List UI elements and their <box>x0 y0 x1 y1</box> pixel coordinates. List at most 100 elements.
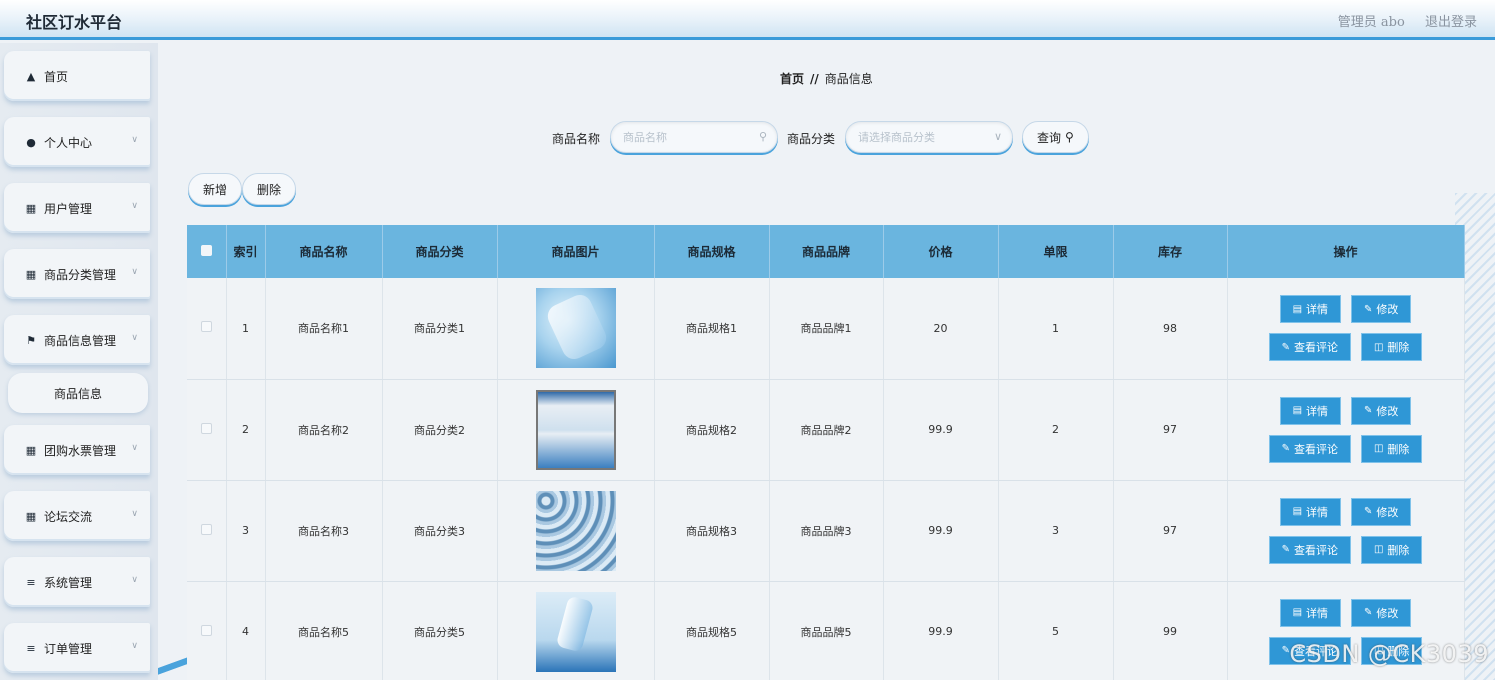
column-header: 索引 <box>226 225 266 278</box>
cell-spec: 商品规格5 <box>654 581 770 680</box>
cell-limit: 2 <box>998 379 1114 481</box>
row-checkbox[interactable] <box>200 422 212 434</box>
cell-brand: 商品品牌5 <box>769 581 884 680</box>
delete-button[interactable]: ◫ 删除 <box>1360 333 1423 362</box>
edit-label: 修改 <box>1376 303 1399 317</box>
watermark: CSDN @CK3039 <box>1289 640 1489 668</box>
row-checkbox[interactable] <box>200 321 212 333</box>
view-comments-label: 查看评论 <box>1293 341 1338 355</box>
user-area: 管理员 abo 退出登录 <box>1322 11 1477 30</box>
trash-icon: ◫ <box>1373 544 1384 555</box>
detail-button[interactable]: ▤ 详情 <box>1279 295 1342 324</box>
view-comments-button[interactable]: ✎ 查看评论 <box>1268 535 1351 564</box>
cell-price: 99.9 <box>883 480 999 582</box>
sidebar-item-label: 团购水票管理 <box>44 443 117 458</box>
edit-button[interactable]: ✎ 修改 <box>1351 396 1412 425</box>
column-header: 商品规格 <box>654 225 770 278</box>
chevron-down-icon: ∨ <box>131 575 138 585</box>
sidebar-item-orders[interactable]: ≡ 订单管理 ∨ <box>4 623 150 673</box>
category-select-input[interactable] <box>846 122 1012 152</box>
table-row: 1 商品名称1 商品分类1 商品规格1 商品品牌1 20 1 98 ▤ 详情 ✎ 修… <box>187 278 1465 380</box>
delete-button[interactable]: ◫ 删除 <box>1360 535 1423 564</box>
row-checkbox[interactable] <box>200 624 212 636</box>
search-icon: ⚲ <box>1065 130 1074 144</box>
detail-button[interactable]: ▤ 详情 <box>1279 396 1342 425</box>
pencil-icon: ✎ <box>1281 341 1290 353</box>
cell-price: 20 <box>883 278 999 380</box>
cell-name: 商品名称2 <box>265 379 383 481</box>
flag-icon: ⚑ <box>26 333 36 347</box>
cell-index: 2 <box>226 379 266 481</box>
edit-button[interactable]: ✎ 修改 <box>1351 598 1412 627</box>
cell-category: 商品分类3 <box>382 480 498 582</box>
cell-stock: 99 <box>1113 581 1228 680</box>
cell-spec: 商品规格2 <box>654 379 770 481</box>
delete-label: 删除 <box>1387 543 1410 557</box>
cell-category: 商品分类1 <box>382 278 498 380</box>
column-header: 价格 <box>883 225 999 278</box>
product-name-input[interactable] <box>611 122 777 152</box>
chevron-down-icon: ∨ <box>131 201 138 211</box>
cell-brand: 商品品牌3 <box>769 480 884 582</box>
sidebar-item-users[interactable]: ▦ 用户管理 ∨ <box>4 183 150 233</box>
cell-name: 商品名称1 <box>265 278 383 380</box>
edit-label: 修改 <box>1376 404 1399 418</box>
top-bar: 社区订水平台 管理员 abo 退出登录 <box>0 0 1495 40</box>
table-row: 2 商品名称2 商品分类2 商品规格2 商品品牌2 99.9 2 97 ▤ 详情 … <box>187 379 1465 481</box>
cell-spec: 商品规格1 <box>654 278 770 380</box>
add-button[interactable]: 新增 <box>188 173 243 205</box>
view-comments-button[interactable]: ✎ 查看评论 <box>1268 434 1351 463</box>
search-icon: ⚲ <box>758 130 767 143</box>
cell-category: 商品分类2 <box>382 379 498 481</box>
product-image <box>535 490 616 571</box>
cell-spec: 商品规格3 <box>654 480 770 582</box>
sidebar-item-product-info[interactable]: ⚑ 商品信息管理 ∨ <box>4 315 150 365</box>
row-actions: ▤ 详情 ✎ 修改 ✎ 查看评论 ◫ 删除 <box>1228 497 1464 564</box>
select-all-checkbox[interactable] <box>200 244 212 256</box>
edit-button[interactable]: ✎ 修改 <box>1351 497 1412 526</box>
sidebar-item-forum[interactable]: ▦ 论坛交流 ∨ <box>4 491 150 541</box>
view-comments-button[interactable]: ✎ 查看评论 <box>1268 333 1351 362</box>
select-all-cell[interactable] <box>187 225 227 278</box>
edit-label: 修改 <box>1376 606 1399 620</box>
breadcrumb-home[interactable]: 首页 <box>780 72 804 86</box>
cell-brand: 商品品牌1 <box>769 278 884 380</box>
edit-button[interactable]: ✎ 修改 <box>1351 295 1412 324</box>
sidebar-item-category[interactable]: ▦ 商品分类管理 ∨ <box>4 249 150 299</box>
grid-icon: ▦ <box>25 267 37 281</box>
cell-category: 商品分类5 <box>382 581 498 680</box>
detail-label: 详情 <box>1306 404 1329 418</box>
app-title: 社区订水平台 <box>26 13 123 32</box>
detail-label: 详情 <box>1306 505 1329 519</box>
row-checkbox[interactable] <box>200 523 212 535</box>
chevron-down-icon: ∨ <box>131 333 138 343</box>
cell-limit: 1 <box>998 278 1114 380</box>
table-header-row: 索引 商品名称 商品分类 商品图片 商品规格 商品品牌 价格 单限 库存 操作 <box>187 225 1465 278</box>
pencil-icon: ✎ <box>1364 303 1373 315</box>
edit-label: 修改 <box>1376 505 1399 519</box>
column-header: 操作 <box>1227 225 1465 278</box>
logout-link[interactable]: 退出登录 <box>1425 15 1477 30</box>
category-select[interactable]: ∨ <box>845 121 1013 153</box>
pencil-icon: ✎ <box>1281 443 1290 454</box>
chevron-down-icon: ∨ <box>131 443 138 453</box>
chevron-down-icon: ∨ <box>131 509 138 519</box>
category-label: 商品分类 <box>787 132 836 146</box>
home-icon: ▲ <box>26 69 36 83</box>
cell-stock: 98 <box>1113 278 1228 380</box>
cell-price: 99.9 <box>883 581 999 680</box>
delete-button[interactable]: ◫ 删除 <box>1360 434 1423 463</box>
query-button[interactable]: 查询 ⚲ <box>1022 121 1089 153</box>
sidebar-item-system[interactable]: ≡ 系统管理 ∨ <box>4 557 150 607</box>
product-image <box>535 591 616 672</box>
batch-delete-button[interactable]: 删除 <box>242 173 297 205</box>
user-label[interactable]: 管理员 abo <box>1338 15 1405 30</box>
sidebar-item-home[interactable]: ▲ 首页 <box>4 51 150 101</box>
sidebar-item-tickets[interactable]: ▦ 团购水票管理 ∨ <box>4 425 150 475</box>
sidebar-item-profile[interactable]: ● 个人中心 ∨ <box>4 117 150 167</box>
sidebar-subitem-product-info[interactable]: 商品信息 <box>8 373 148 413</box>
delete-label: 删除 <box>1387 442 1410 456</box>
detail-button[interactable]: ▤ 详情 <box>1279 598 1342 627</box>
chevron-down-icon: ∨ <box>993 130 1002 143</box>
detail-button[interactable]: ▤ 详情 <box>1279 497 1342 526</box>
